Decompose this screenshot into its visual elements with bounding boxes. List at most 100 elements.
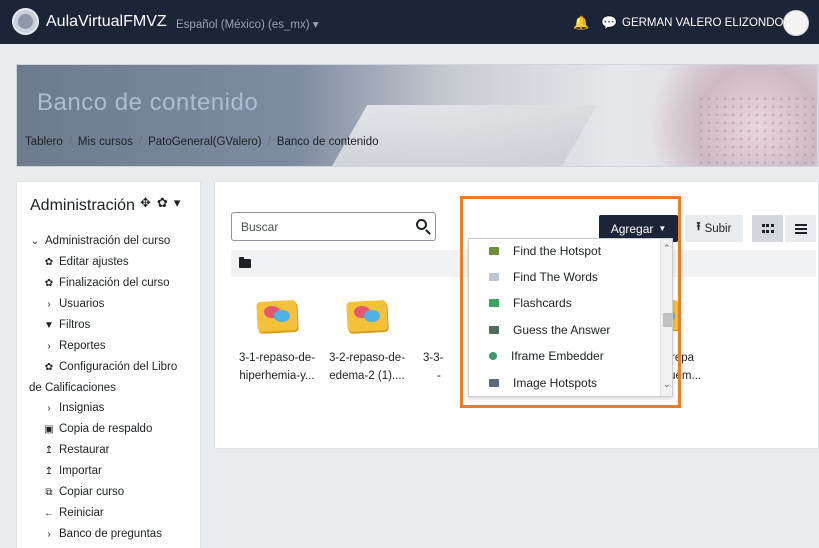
admin-item-label: Filtros xyxy=(59,319,91,331)
admin-item-users[interactable]: › Usuarios xyxy=(29,294,201,315)
admin-item-label: Finalización del curso xyxy=(59,277,170,289)
image-hotspots-icon xyxy=(489,378,499,387)
admin-item-label: Banco de preguntas xyxy=(59,528,162,540)
top-navbar: AulaVirtualFMVZ Español (México) (es_mx)… xyxy=(0,0,819,44)
scrollbar-thumb[interactable] xyxy=(663,313,672,327)
admin-item-restore[interactable]: ↥ Restaurar xyxy=(29,440,201,461)
menu-item-flashcards[interactable]: Flashcards xyxy=(469,289,659,316)
menu-item-label: Iframe Embedder xyxy=(511,348,604,363)
gear-icon: ✿ xyxy=(44,362,54,373)
admin-item-label: Reiniciar xyxy=(59,507,104,519)
admin-item-gradebook-setup[interactable]: ✿ Configuración del Libro xyxy=(29,357,201,378)
folder-icon[interactable] xyxy=(239,257,251,268)
admin-item-label: Reportes xyxy=(59,340,106,352)
upload-button-label: Subir xyxy=(704,222,732,235)
breadcrumb-item-tablero[interactable]: Tablero xyxy=(25,136,63,148)
administration-list: ⌄ Administración del curso ✿ Editar ajuste… xyxy=(29,231,201,545)
menu-item-find-the-words[interactable]: Find The Words xyxy=(469,263,659,290)
banner-image-pattern xyxy=(697,95,817,165)
backup-icon: ▣ xyxy=(44,424,54,435)
bell-icon[interactable]: 🔔 xyxy=(573,15,589,31)
admin-item-label: Copiar curso xyxy=(59,486,125,498)
user-menu-name[interactable]: GERMAN VALERO ELIZONDO xyxy=(622,17,783,29)
site-name-link[interactable]: AulaVirtualFMVZ xyxy=(46,13,167,31)
admin-item-label: Insignias xyxy=(59,402,105,414)
chevron-right-icon: › xyxy=(47,403,51,414)
breadcrumb-item-current: Banco de contenido xyxy=(276,136,379,148)
site-logo-icon[interactable] xyxy=(12,8,39,35)
view-grid-button[interactable] xyxy=(752,215,783,242)
file-name: edema-2 (1).... xyxy=(329,370,405,382)
caret-down-icon: ▼ xyxy=(658,224,667,233)
file-item[interactable]: 3-1-repaso-de- hiperhemia-y... xyxy=(237,297,317,385)
chat-bubble-icon[interactable]: 💬 xyxy=(601,15,617,31)
admin-item-filters[interactable]: ▼ Filtros xyxy=(29,315,201,336)
admin-item-reports[interactable]: › Reportes xyxy=(29,336,201,357)
arrow-left-icon: ← xyxy=(44,508,54,519)
admin-item-label: Copia de respaldo xyxy=(59,423,153,435)
language-selector[interactable]: Español (México) (es_mx) ▾ xyxy=(176,17,319,31)
file-name: 3-3- xyxy=(423,352,444,364)
file-name: hiperhemia-y... xyxy=(239,370,315,382)
chevron-right-icon: › xyxy=(47,341,51,352)
page-header-banner: Banco de contenido Tablero / Mis cursos … xyxy=(16,64,819,167)
admin-item-import[interactable]: ↥ Importar xyxy=(29,461,201,482)
admin-item-edit-settings[interactable]: ✿ Editar ajustes xyxy=(29,252,201,273)
file-item[interactable]: 3-2-repaso-de- edema-2 (1).... xyxy=(327,297,407,385)
admin-item-label: Editar ajustes xyxy=(59,256,129,268)
list-icon xyxy=(794,223,807,234)
h5p-dialog-cards-icon xyxy=(345,297,389,333)
admin-item-gradebook-setup-cont[interactable]: de Calificaciones xyxy=(29,378,201,398)
menu-item-iframe-embedder[interactable]: Iframe Embedder xyxy=(469,342,659,369)
admin-item-backup[interactable]: ▣ Copia de respaldo xyxy=(29,419,201,440)
menu-item-label: Guess the Answer xyxy=(513,322,611,337)
admin-item-completion[interactable]: ✿ Finalización del curso xyxy=(29,273,201,294)
view-list-button[interactable] xyxy=(785,215,816,242)
breadcrumb-item-course[interactable]: PatoGeneral(GValero) xyxy=(148,136,262,148)
scroll-down-icon[interactable]: ⌄ xyxy=(663,379,671,390)
avatar[interactable] xyxy=(783,10,809,36)
chevron-right-icon: › xyxy=(47,529,51,540)
gear-icon: ✿ xyxy=(44,278,54,289)
menu-scrollbar[interactable]: ⌃ ⌄ xyxy=(660,239,672,396)
admin-item-course-admin[interactable]: ⌄ Administración del curso xyxy=(29,231,201,252)
administration-title: Administración xyxy=(30,197,135,214)
menu-item-label: Image Hotspots xyxy=(513,375,598,390)
menu-item-guess-the-answer[interactable]: Guess the Answer xyxy=(469,316,659,343)
file-name: - xyxy=(437,370,441,382)
scroll-up-icon[interactable]: ⌃ xyxy=(663,243,671,254)
find-the-hotspot-icon xyxy=(489,246,499,255)
menu-item-find-the-hotspot[interactable]: Find the Hotspot xyxy=(469,239,659,264)
breadcrumb: Tablero / Mis cursos / PatoGeneral(GVale… xyxy=(25,136,379,148)
menu-item-image-hotspots[interactable]: Image Hotspots xyxy=(469,369,659,396)
filter-icon: ▼ xyxy=(44,320,54,331)
page-title: Banco de contenido xyxy=(37,89,259,116)
file-name: 3-1-repaso-de- xyxy=(238,352,316,364)
admin-item-label: Configuración del Libro xyxy=(59,361,178,373)
h5p-dialog-cards-icon xyxy=(255,297,299,333)
upload-icon: ↥ xyxy=(44,466,54,477)
breadcrumb-item-mis-cursos[interactable]: Mis cursos xyxy=(78,136,133,148)
upload-button[interactable]: ⭱ Subir xyxy=(685,215,743,242)
admin-item-question-bank[interactable]: › Banco de preguntas xyxy=(29,524,201,545)
grid-icon xyxy=(761,224,774,233)
add-button-label: Agregar xyxy=(610,221,654,236)
file-name: 3-2-repaso-de- xyxy=(328,352,406,364)
search-input[interactable] xyxy=(232,213,407,240)
gear-icon[interactable]: ✿ xyxy=(157,195,168,211)
administration-block: Administración ✥ ✿ ▾ ⌄ Administración del… xyxy=(16,181,201,548)
admin-item-reset[interactable]: ← Reiniciar xyxy=(29,503,201,524)
chevron-down-icon[interactable]: ▾ xyxy=(174,195,181,211)
admin-item-label: Restaurar xyxy=(59,444,110,456)
menu-item-label: Flashcards xyxy=(513,295,572,310)
admin-item-copy-course[interactable]: ⧉ Copiar curso xyxy=(29,482,201,503)
add-content-type-menu: Find the Hotspot Find The Words Flashcar… xyxy=(468,238,673,397)
move-icon[interactable]: ✥ xyxy=(140,195,151,211)
gear-icon: ✿ xyxy=(44,257,54,268)
file-item[interactable]: 3-3- - xyxy=(423,297,463,385)
admin-item-badges[interactable]: › Insignias xyxy=(29,398,201,419)
flashcards-icon xyxy=(489,298,499,307)
copy-icon: ⧉ xyxy=(45,487,53,498)
search-icon[interactable] xyxy=(416,219,427,230)
breadcrumb-separator: / xyxy=(68,136,72,148)
